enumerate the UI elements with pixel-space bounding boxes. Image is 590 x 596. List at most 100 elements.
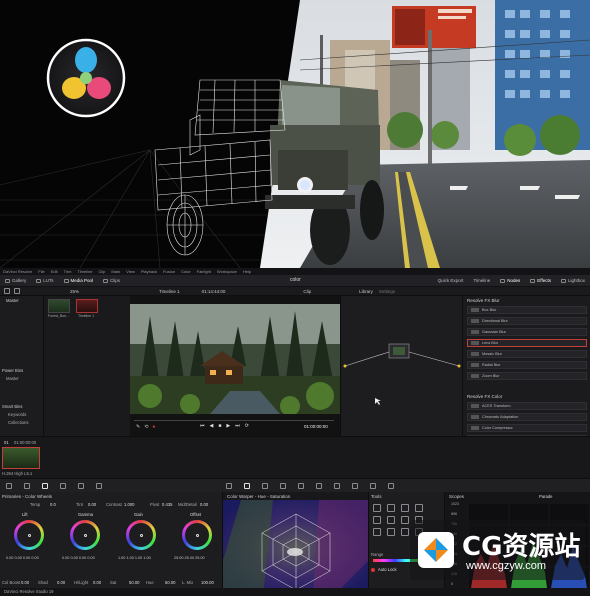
- primaries-icon[interactable]: [42, 482, 48, 489]
- menu-item-trim[interactable]: Trim: [64, 269, 72, 274]
- timeline-name[interactable]: Timeline 1: [159, 289, 180, 294]
- wheel-values[interactable]: 1.00 1.00 1.00 1.00: [118, 556, 151, 560]
- quick-export-button[interactable]: Quick Export: [433, 278, 469, 283]
- loop-icon[interactable]: ⟲: [144, 424, 148, 430]
- fx-item[interactable]: Color Compressor: [467, 424, 587, 432]
- play-icon[interactable]: ▶: [226, 423, 230, 429]
- bottom-param-value[interactable]: 0.00: [57, 580, 65, 585]
- scopes-mode[interactable]: Parade: [539, 494, 553, 499]
- blur-icon[interactable]: [334, 482, 340, 489]
- menu-item-fairlight[interactable]: Fairlight: [197, 269, 211, 274]
- bottom-param-value[interactable]: 0.00: [93, 580, 101, 585]
- unpin-icon[interactable]: [415, 504, 423, 512]
- tab-nodes[interactable]: Nodes: [495, 278, 525, 283]
- fx-item[interactable]: Lens Blur: [467, 339, 587, 347]
- settings-tab[interactable]: Settings: [379, 289, 395, 294]
- auto-lock-dot[interactable]: [371, 568, 375, 572]
- menu-item-color[interactable]: Color: [181, 269, 191, 274]
- clip-thumbnail[interactable]: [2, 447, 40, 469]
- curves-icon[interactable]: [226, 482, 232, 489]
- tab-lightbox[interactable]: Lightbox: [556, 278, 590, 283]
- master-bin[interactable]: Master: [6, 298, 19, 303]
- contrast-value[interactable]: 1.000: [124, 502, 134, 507]
- fx-item[interactable]: Radial Blur: [467, 361, 587, 369]
- skip-end-icon[interactable]: ⏭: [235, 423, 240, 429]
- menu-item-help[interactable]: Help: [243, 269, 251, 274]
- menu-item-fusion[interactable]: Fusion: [163, 269, 175, 274]
- tracker-icon[interactable]: [298, 482, 304, 489]
- wheel-values[interactable]: 0.00 0.00 0.00 0.00: [6, 556, 39, 560]
- smart-bins-keywords[interactable]: Keywords: [8, 412, 26, 417]
- fx-blur-section[interactable]: Resolve FX Blur: [467, 298, 500, 303]
- pin-icon[interactable]: [401, 504, 409, 512]
- viewer-frame[interactable]: [130, 296, 340, 419]
- wheel-values[interactable]: 0.00 0.00 0.00 0.00: [62, 556, 95, 560]
- color-wheel-offset[interactable]: [182, 520, 212, 550]
- tab-luts[interactable]: LUTs: [31, 278, 58, 283]
- pen-tool-icon[interactable]: ✎: [136, 424, 140, 430]
- wheel-handle-icon[interactable]: [140, 534, 143, 537]
- library-tab[interactable]: Library: [359, 289, 373, 294]
- menu-item-clip[interactable]: Clip: [98, 269, 105, 274]
- warper-grid[interactable]: [223, 500, 369, 596]
- hdr-icon[interactable]: [60, 482, 66, 489]
- fx-item[interactable]: Gaussian Blur: [467, 328, 587, 336]
- lasso-icon[interactable]: [387, 516, 395, 524]
- color-match-icon[interactable]: [24, 482, 30, 489]
- media-thumb-timeline[interactable]: [76, 299, 98, 313]
- sizing-icon[interactable]: [370, 482, 376, 489]
- tab-clips[interactable]: Clips: [98, 278, 125, 283]
- qualifier-icon[interactable]: [262, 482, 268, 489]
- grid-view-icon[interactable]: [4, 288, 10, 294]
- menu-item-file[interactable]: File: [38, 269, 44, 274]
- smart-bins-collections[interactable]: Collections: [8, 420, 28, 425]
- node-graph[interactable]: [341, 296, 463, 436]
- wheel-handle-icon[interactable]: [28, 534, 31, 537]
- middetail-value[interactable]: 0.00: [200, 502, 208, 507]
- fx-item[interactable]: Mosaic Blur: [467, 350, 587, 358]
- bottom-param-value[interactable]: 50.00: [129, 580, 139, 585]
- tab-media-pool[interactable]: Media Pool: [59, 278, 99, 283]
- wheel-handle-icon[interactable]: [84, 534, 87, 537]
- menu-item-playback[interactable]: Playback: [141, 269, 157, 274]
- menu-item-davinci-resolve[interactable]: DaVinci Resolve: [3, 269, 32, 274]
- color-warper-icon[interactable]: [244, 482, 250, 489]
- smooth-icon[interactable]: [401, 528, 409, 536]
- key-icon[interactable]: [352, 482, 358, 489]
- bottom-param-value[interactable]: 100.00: [201, 580, 214, 585]
- menu-item-timeline[interactable]: Timeline: [78, 269, 93, 274]
- tab-timeline[interactable]: Timeline: [468, 278, 495, 283]
- camera-raw-icon[interactable]: [6, 482, 12, 489]
- shrink-icon[interactable]: [387, 528, 395, 536]
- move-icon[interactable]: [401, 516, 409, 524]
- color-wheel-gain[interactable]: [126, 520, 156, 550]
- stop-icon[interactable]: ■: [218, 423, 221, 429]
- media-thumb-forest[interactable]: [48, 299, 70, 313]
- record-icon[interactable]: ●: [152, 424, 155, 430]
- menu-item-workspace[interactable]: Workspace: [217, 269, 237, 274]
- fx-item[interactable]: Box Blur: [467, 306, 587, 314]
- grid-icon[interactable]: [387, 504, 395, 512]
- menu-item-view[interactable]: View: [126, 269, 135, 274]
- rgb-mixer-icon[interactable]: [78, 482, 84, 489]
- fx-item[interactable]: ACES Transform: [467, 402, 587, 410]
- fx-item[interactable]: Chromatic Adaptation: [467, 413, 587, 421]
- power-bins-master[interactable]: Master: [6, 376, 19, 381]
- list-view-icon[interactable]: [14, 288, 20, 294]
- select-icon[interactable]: [373, 516, 381, 524]
- magic-mask-icon[interactable]: [316, 482, 322, 489]
- 3d-icon[interactable]: [388, 482, 394, 489]
- clip-label[interactable]: Clip: [303, 289, 311, 294]
- expand-icon[interactable]: [373, 528, 381, 536]
- bottom-param-value[interactable]: 50.00: [165, 580, 175, 585]
- window-icon[interactable]: [280, 482, 286, 489]
- tab-gallery[interactable]: Gallery: [0, 278, 31, 283]
- menu-item-mark[interactable]: Mark: [111, 269, 120, 274]
- temp-value[interactable]: 0.0: [50, 502, 56, 507]
- fx-item[interactable]: Zoom Blur: [467, 372, 587, 380]
- pointer-icon[interactable]: [373, 504, 381, 512]
- tint-value[interactable]: 0.00: [88, 502, 96, 507]
- skip-start-icon[interactable]: ⏮: [200, 423, 205, 429]
- motion-effects-icon[interactable]: [96, 482, 102, 489]
- color-wheel-lift[interactable]: [14, 520, 44, 550]
